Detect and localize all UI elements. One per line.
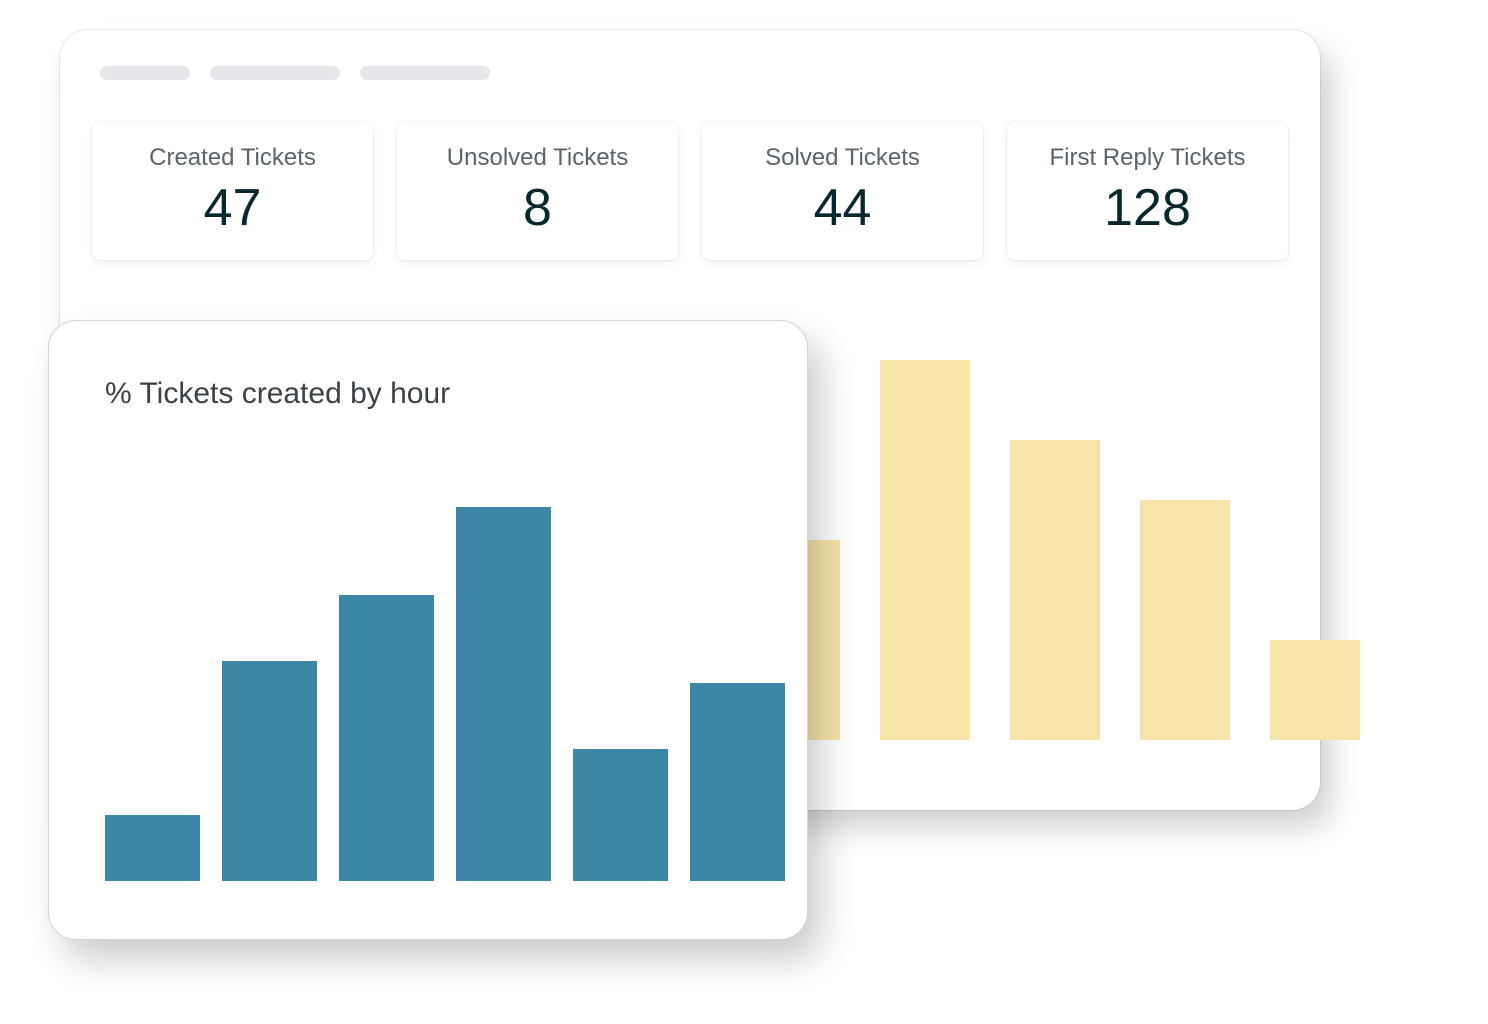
- metric-card-first-reply-tickets[interactable]: First Reply Tickets 128: [1007, 122, 1288, 260]
- chart-bar: [222, 661, 317, 881]
- metric-value: 8: [407, 182, 668, 234]
- header-pill: [360, 66, 490, 80]
- focus-chart-bars: [105, 441, 759, 881]
- metric-label: Unsolved Tickets: [407, 144, 668, 172]
- metric-value: 44: [712, 182, 973, 234]
- background-chart: [750, 340, 1270, 740]
- focus-chart-card[interactable]: % Tickets created by hour: [48, 320, 808, 940]
- metric-value: 128: [1017, 182, 1278, 234]
- bg-chart-bar: [1010, 440, 1100, 740]
- metric-label: Created Tickets: [102, 144, 363, 172]
- chart-bar: [456, 507, 551, 881]
- focus-chart-title: % Tickets created by hour: [105, 377, 759, 411]
- header-pill: [100, 66, 190, 80]
- metric-card-unsolved-tickets[interactable]: Unsolved Tickets 8: [397, 122, 678, 260]
- chart-bar: [690, 683, 785, 881]
- bg-chart-bar: [880, 360, 970, 740]
- bg-chart-bar: [1140, 500, 1230, 740]
- metric-label: First Reply Tickets: [1017, 144, 1278, 172]
- metric-card-created-tickets[interactable]: Created Tickets 47: [92, 122, 373, 260]
- dashboard-window: Created Tickets 47 Unsolved Tickets 8 So…: [60, 30, 1320, 810]
- bg-chart-bar: [1270, 640, 1360, 740]
- header-pill: [210, 66, 340, 80]
- chart-bar: [573, 749, 668, 881]
- chart-bar: [105, 815, 200, 881]
- metric-card-solved-tickets[interactable]: Solved Tickets 44: [702, 122, 983, 260]
- chart-bar: [339, 595, 434, 881]
- metric-label: Solved Tickets: [712, 144, 973, 172]
- window-header-placeholder: [100, 66, 1288, 80]
- metric-value: 47: [102, 182, 363, 234]
- metric-cards-row: Created Tickets 47 Unsolved Tickets 8 So…: [92, 122, 1288, 260]
